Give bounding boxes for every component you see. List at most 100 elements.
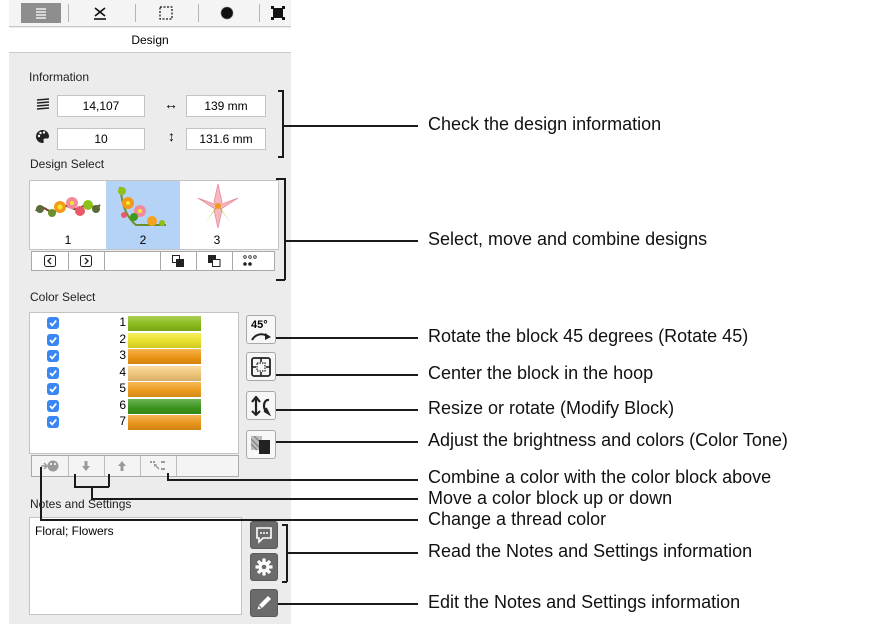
color-select-label: Color Select: [30, 290, 96, 304]
tab-design[interactable]: [21, 3, 61, 23]
tab-frame[interactable]: [265, 3, 291, 23]
notes-text-area[interactable]: Floral; Flowers: [29, 517, 242, 615]
thread-swatch: [128, 382, 201, 397]
thread-swatch: [128, 316, 201, 331]
tab-select[interactable]: [146, 3, 186, 23]
color-checkbox[interactable]: [47, 383, 59, 395]
color-toolbar: [31, 455, 239, 477]
checkmark-icon: [49, 336, 57, 344]
design-thumb-2[interactable]: 2: [106, 181, 180, 249]
combine-color-button[interactable]: [140, 456, 177, 476]
rotate-45-label: 45°: [251, 318, 268, 331]
stitch-count-icon: [36, 97, 50, 115]
color-count-field: 10: [57, 128, 145, 150]
previous-design-button[interactable]: [32, 252, 69, 270]
callout-edit-notes: Edit the Notes and Settings information: [428, 592, 741, 612]
thread-swatch: [128, 349, 201, 364]
settings-button[interactable]: [250, 553, 278, 581]
chevron-left-icon: [44, 255, 56, 267]
thread-swatch: [128, 415, 201, 430]
design-thumb-1[interactable]: 1: [30, 181, 106, 249]
color-row[interactable]: 6: [30, 397, 238, 414]
selection-icon: [159, 6, 173, 20]
color-number: 6: [119, 397, 126, 412]
tab-cut[interactable]: [81, 3, 119, 23]
edit-notes-button[interactable]: [250, 589, 278, 617]
checkmark-icon: [49, 402, 57, 410]
color-row[interactable]: 7: [30, 414, 238, 430]
layer-front-icon: [171, 255, 184, 267]
design-thumb-number: 2: [139, 233, 147, 247]
color-row[interactable]: 1: [30, 315, 238, 331]
floral-garland-thumbnail: [35, 197, 101, 217]
change-thread-color-button[interactable]: [32, 456, 69, 476]
tab-hoop[interactable]: [207, 3, 247, 23]
combine-color-icon: [150, 461, 165, 470]
read-notes-button[interactable]: [250, 521, 278, 549]
callout-rotate-45: Rotate the block 45 degrees (Rotate 45): [428, 326, 749, 346]
bring-forward-button[interactable]: [160, 252, 197, 270]
color-number: 4: [119, 364, 126, 379]
next-design-button[interactable]: [68, 252, 105, 270]
checkmark-icon: [49, 386, 57, 393]
rotate-45-button[interactable]: 45°: [246, 315, 276, 344]
callout-move-block: Move a color block up or down: [428, 488, 673, 508]
callout-read-notes: Read the Notes and Settings information: [428, 541, 753, 561]
callout-check-info: Check the design information: [428, 114, 662, 134]
color-number: 1: [119, 315, 126, 329]
color-checkbox[interactable]: [47, 399, 59, 412]
color-row[interactable]: 3: [30, 348, 238, 364]
color-number: 7: [119, 414, 126, 428]
notes-text: Floral; Flowers: [35, 524, 114, 538]
thread-swatch: [128, 365, 201, 381]
color-checkbox[interactable]: [47, 350, 59, 362]
center-hoop-icon: [251, 356, 271, 377]
move-down-button[interactable]: [68, 456, 105, 476]
design-thumb-number: 1: [64, 233, 72, 247]
nav-spacer: [104, 252, 161, 270]
move-up-button[interactable]: [104, 456, 141, 476]
width-field: 139 mm: [186, 95, 266, 117]
frame-icon: [271, 6, 285, 20]
scissors-icon: [94, 7, 106, 20]
combine-designs-button[interactable]: [232, 252, 268, 270]
change-color-icon: [41, 460, 59, 472]
callout-center-block: Center the block in the hoop: [428, 363, 654, 383]
tab-bar: [9, 0, 291, 27]
center-in-hoop-button[interactable]: [246, 352, 276, 381]
gear-icon: [255, 558, 273, 576]
checkmark-icon: [49, 320, 57, 327]
height-arrow-icon: ↕: [168, 128, 175, 144]
checkmark-icon: [49, 419, 57, 426]
modify-block-icon: [251, 395, 272, 416]
design-tab-label: Design: [9, 28, 291, 53]
layer-back-icon: [207, 255, 220, 267]
design-nav-bar: [31, 251, 275, 271]
send-backward-button[interactable]: [196, 252, 233, 270]
palette-icon: [35, 129, 50, 149]
color-row[interactable]: 5: [30, 381, 238, 397]
circle-icon: [220, 6, 234, 20]
pencil-icon: [257, 596, 271, 610]
color-checkbox[interactable]: [47, 366, 59, 379]
color-row[interactable]: 4: [30, 364, 238, 381]
rotate-45-icon: 45°: [249, 319, 273, 341]
design-thumbnails: 1 2 3: [29, 180, 279, 250]
information-label: Information: [29, 70, 90, 84]
arrow-down-icon: [82, 461, 90, 471]
design-select-label: Design Select: [30, 157, 105, 171]
speech-bubble-icon: [256, 527, 272, 544]
color-checkbox[interactable]: [47, 333, 59, 346]
color-row[interactable]: 2: [30, 332, 238, 348]
checkmark-icon: [49, 353, 57, 360]
modify-block-button[interactable]: [246, 391, 276, 420]
color-tone-icon: [251, 435, 270, 454]
color-tone-button[interactable]: [246, 430, 276, 459]
color-checkbox[interactable]: [47, 416, 59, 428]
design-tab-icon: [34, 7, 48, 19]
callout-modify-block: Resize or rotate (Modify Block): [428, 398, 675, 418]
arrow-up-icon: [118, 461, 126, 471]
color-checkbox[interactable]: [47, 317, 59, 329]
floral-corner-thumbnail: [118, 186, 166, 226]
design-thumb-3[interactable]: 3: [180, 181, 254, 249]
